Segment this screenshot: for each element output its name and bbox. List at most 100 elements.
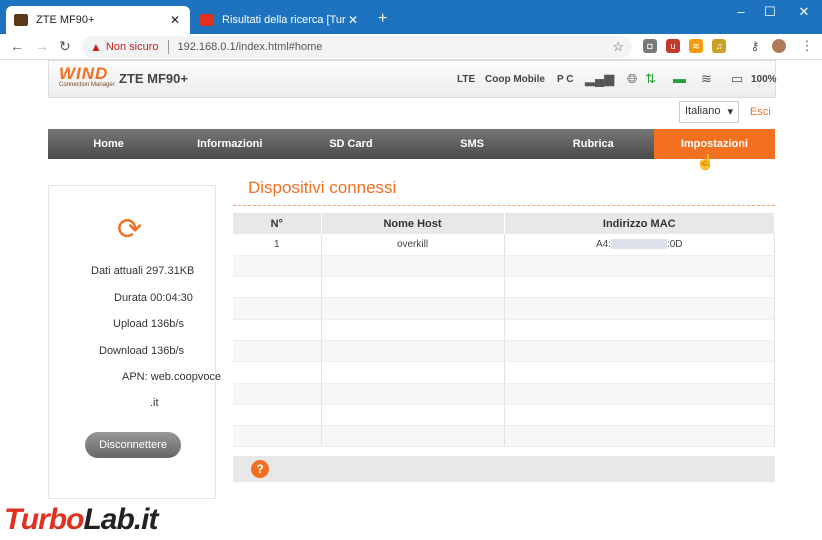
bookmark-star-icon[interactable]: ☆ — [612, 39, 624, 55]
refresh-icon[interactable]: ⟳ — [117, 212, 142, 247]
reload-icon[interactable]: ↻ — [59, 38, 71, 55]
duration-info: Durata 00:04:30 — [114, 292, 193, 304]
battery-level: 100% — [751, 74, 777, 85]
tab-zte[interactable]: ZTE MF90+ ✕ — [6, 6, 190, 34]
duration-label: Durata — [114, 292, 148, 304]
close-tab-icon[interactable]: ✕ — [168, 13, 182, 27]
title-divider — [233, 205, 775, 206]
router-header: WIND Connection Manager ZTE MF90+ LTE Co… — [48, 60, 777, 98]
tab-turbolab[interactable]: Risultati della ricerca [TurboLab.i ✕ — [192, 6, 368, 34]
table-row — [233, 255, 775, 278]
operator-name: Coop Mobile — [485, 74, 545, 85]
blurred-mac — [610, 239, 667, 250]
table-row — [233, 404, 775, 427]
mac-suffix: :0D — [666, 238, 683, 250]
menu-informazioni[interactable]: Informazioni — [169, 129, 290, 159]
hand-cursor-icon: ☝ — [696, 154, 715, 171]
data-info: Dati attuali 297.31KB — [91, 265, 194, 277]
column-host: Nome Host — [321, 213, 505, 234]
wind-logo: WIND Connection Manager — [59, 64, 121, 96]
disconnect-button[interactable]: Disconnettere — [85, 432, 181, 458]
cell-mac: A4: :0D — [504, 234, 775, 256]
cell-host: overkill — [321, 234, 505, 256]
apn-label: APN: — [122, 371, 148, 383]
turbolab-watermark: TurboLab.it — [4, 503, 158, 537]
sim-icon: ▬ — [673, 71, 686, 86]
language-select[interactable]: Italiano ▾ — [679, 101, 739, 123]
watermark-lab: Lab.it — [83, 503, 158, 536]
key-icon[interactable]: ⚷ — [748, 39, 762, 53]
connection-panel: ⟳ Dati attuali 297.31KB Durata 00:04:30 … — [48, 185, 221, 499]
turbolab-favicon-icon — [200, 14, 214, 26]
duration-value: 00:04:30 — [150, 292, 193, 304]
upload-info: Upload 136b/s — [113, 318, 184, 330]
maximize-button[interactable]: ☐ — [755, 4, 785, 20]
apn-value: web.coopvoce — [150, 371, 222, 383]
globe-icon: 🌐︎ — [627, 71, 638, 86]
avatar[interactable] — [772, 39, 786, 53]
main-menu: Home Informazioni SD Card SMS Rubrica Im… — [48, 129, 776, 159]
column-number: N° — [233, 213, 322, 234]
data-value: 297.31KB — [146, 265, 195, 277]
logout-link[interactable]: Esci — [750, 106, 771, 118]
battery-icon: ▭ — [731, 71, 744, 86]
wifi-icon: ≋ — [701, 71, 712, 86]
table-row — [233, 276, 775, 299]
logo-text: WIND — [59, 64, 109, 83]
table-row: 1 overkill A4: :0D — [233, 234, 775, 256]
signal-icon: ▂▄▆ — [585, 71, 615, 86]
security-label[interactable]: Non sicuro — [106, 41, 159, 53]
table-row — [233, 297, 775, 320]
cell-number: 1 — [233, 234, 322, 256]
data-label: Dati attuali — [91, 265, 143, 277]
help-icon[interactable]: ? — [251, 460, 269, 478]
warning-triangle-icon: ▲ — [90, 40, 102, 54]
table-row — [233, 319, 775, 341]
apn-info: APN: web.coopvoce — [122, 371, 221, 383]
browser-titlebar: ZTE MF90+ ✕ Risultati della ricerca [Tur… — [0, 0, 822, 34]
table-row — [233, 340, 775, 363]
network-type: LTE — [457, 74, 476, 85]
logo-subtitle: Connection Manager — [59, 82, 115, 88]
menu-sms[interactable]: SMS — [412, 129, 533, 159]
download-info: Download 136b/s — [99, 345, 184, 357]
chevron-down-icon: ▾ — [727, 106, 733, 118]
devices-table: N° Nome Host Indirizzo MAC 1 overkill A4… — [233, 213, 775, 448]
extension-icon[interactable]: ♫ — [712, 39, 726, 53]
forward-arrow-icon[interactable]: → — [35, 38, 49, 54]
table-row — [233, 361, 775, 384]
minimize-button[interactable]: – — [726, 4, 756, 19]
upload-value: 136b/s — [150, 318, 184, 330]
table-row — [233, 383, 775, 405]
tab-title: Risultati della ricerca [TurboLab.i — [222, 14, 346, 26]
download-value: 136b/s — [150, 345, 185, 357]
address-bar[interactable]: ▲ Non sicuro 192.168.0.1/index.html#home… — [82, 36, 632, 58]
table-row — [233, 425, 775, 448]
url-text[interactable]: 192.168.0.1/index.html#home — [177, 41, 322, 53]
watermark-turbo: Turbo — [4, 503, 84, 536]
close-window-button[interactable]: ✕ — [789, 4, 819, 20]
menu-home[interactable]: Home — [48, 129, 169, 159]
upload-label: Upload — [113, 318, 148, 330]
rss-icon[interactable]: ≋ — [689, 39, 703, 53]
table-header: N° Nome Host Indirizzo MAC — [233, 213, 775, 234]
pocket-icon[interactable]: ◘ — [643, 39, 657, 53]
device-model: ZTE MF90+ — [119, 71, 188, 86]
back-arrow-icon[interactable]: ← — [10, 38, 24, 54]
close-tab-icon[interactable]: ✕ — [346, 13, 360, 27]
mac-prefix: A4: — [595, 238, 611, 250]
pc-status: P C — [557, 74, 574, 85]
help-bar: ? — [233, 456, 775, 482]
divider — [168, 40, 170, 54]
column-mac: Indirizzo MAC — [504, 213, 775, 234]
ublock-icon[interactable]: u — [666, 39, 680, 53]
tab-title: ZTE MF90+ — [36, 14, 95, 26]
new-tab-button[interactable]: + — [378, 10, 387, 28]
language-value: Italiano — [685, 105, 721, 117]
zte-favicon-icon — [14, 14, 28, 26]
apn-value-continued: .it — [150, 397, 159, 409]
more-menu-icon[interactable]: ⋮ — [800, 39, 814, 53]
menu-rubrica[interactable]: Rubrica — [533, 129, 654, 159]
download-label: Download — [99, 345, 148, 357]
menu-sd-card[interactable]: SD Card — [290, 129, 411, 159]
